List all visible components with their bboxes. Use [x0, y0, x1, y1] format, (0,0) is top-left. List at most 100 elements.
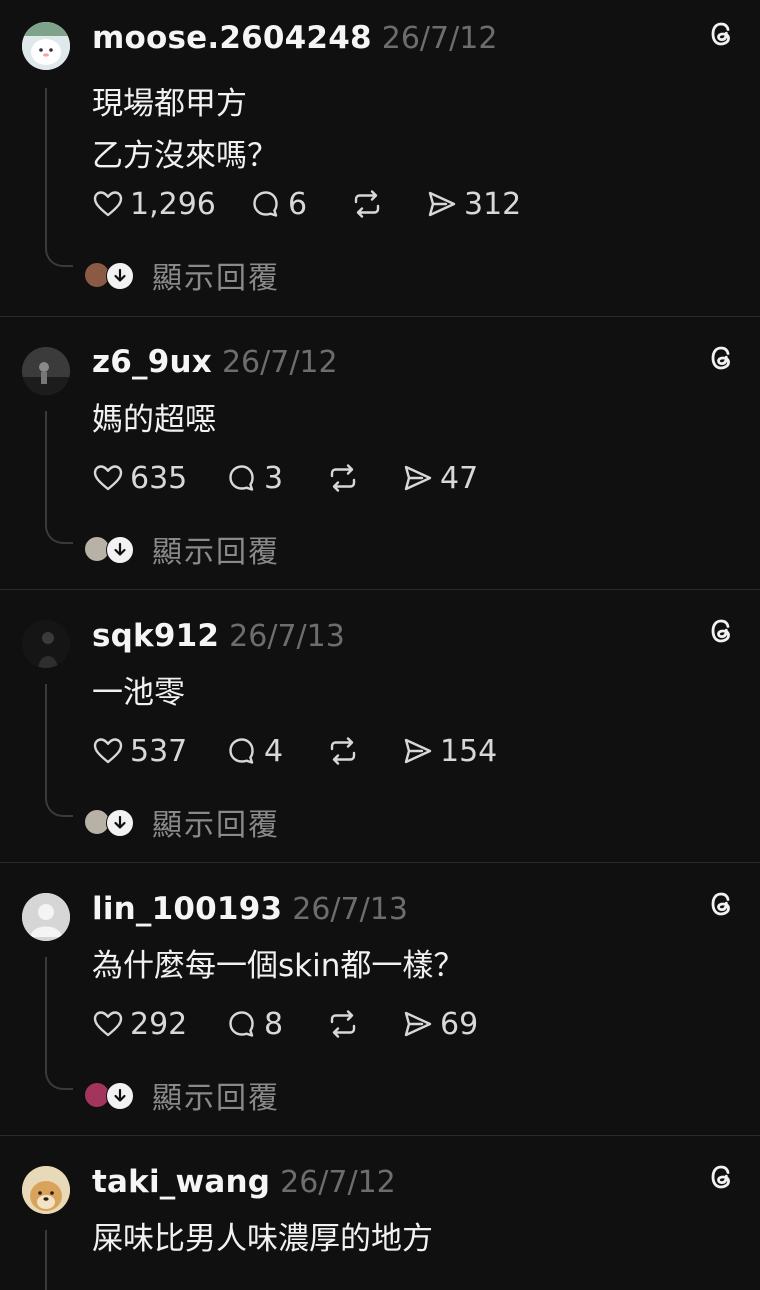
arrow-down-icon — [106, 262, 134, 290]
reply-avatars — [84, 809, 134, 837]
like-count: 537 — [130, 733, 188, 769]
show-replies-label[interactable]: 顯示回覆 — [152, 1073, 280, 1117]
share-count: 312 — [464, 186, 522, 222]
like-button[interactable]: 1,296 — [92, 187, 250, 222]
username[interactable]: z6_9ux — [92, 344, 212, 380]
post: sqk912 26/7/13 一池零 537 4 154 顯示回覆 — [0, 590, 760, 863]
share-button[interactable]: 69 — [402, 1007, 478, 1042]
show-replies-label[interactable]: 顯示回覆 — [152, 800, 280, 844]
heart-icon — [93, 738, 123, 764]
comment-button[interactable]: 4 — [226, 734, 326, 769]
timestamp: 26/7/13 — [292, 892, 408, 927]
post: z6_9ux 26/7/12 媽的超噁 635 3 47 顯示回覆 — [0, 317, 760, 590]
timestamp: 26/7/12 — [221, 345, 338, 380]
share-icon — [428, 191, 456, 217]
arrow-down-icon — [106, 809, 134, 837]
repost-button[interactable] — [326, 462, 402, 494]
reply-avatars — [84, 262, 134, 290]
thread-line — [45, 1230, 47, 1290]
like-count: 292 — [130, 1006, 188, 1042]
avatar[interactable] — [22, 22, 70, 70]
threads-logo-icon[interactable] — [706, 1161, 738, 1193]
reply-avatars — [84, 1082, 134, 1110]
share-icon — [404, 738, 432, 764]
post-text: 為什麼每一個skin都一樣？ — [92, 948, 465, 984]
comment-button[interactable]: 3 — [226, 461, 326, 496]
arrow-down-icon — [106, 1082, 134, 1110]
repost-button[interactable] — [326, 735, 402, 767]
repost-button[interactable] — [350, 188, 426, 220]
share-button[interactable]: 154 — [402, 734, 497, 769]
share-count: 69 — [440, 1006, 479, 1042]
comment-count: 6 — [288, 186, 308, 222]
comment-icon — [229, 465, 254, 491]
comment-count: 3 — [264, 460, 284, 496]
reply-avatars — [84, 536, 134, 564]
action-bar: 537 4 154 — [92, 731, 497, 771]
thread-line — [45, 684, 73, 817]
comment-button[interactable]: 8 — [226, 1007, 326, 1042]
post: lin_100193 26/7/13 為什麼每一個skin都一樣？ 292 8 … — [0, 863, 760, 1136]
arrow-down-icon — [106, 536, 134, 564]
username[interactable]: sqk912 — [92, 618, 219, 654]
share-button[interactable]: 312 — [426, 187, 521, 222]
show-replies-button[interactable]: 顯示回覆 — [84, 1073, 280, 1117]
username[interactable]: taki_wang — [92, 1164, 270, 1200]
post-text: 屎味比男人味濃厚的地方 — [92, 1221, 433, 1257]
like-button[interactable]: 292 — [92, 1007, 226, 1042]
timestamp: 26/7/12 — [381, 21, 498, 56]
threads-logo-icon[interactable] — [706, 888, 738, 920]
like-button[interactable]: 537 — [92, 734, 226, 769]
post-header: z6_9ux 26/7/12 — [92, 344, 338, 384]
heart-icon — [93, 1011, 123, 1037]
avatar[interactable] — [22, 893, 70, 941]
post-text: 現場都甲方 乙方沒來嗎？ — [92, 86, 278, 174]
post-header: moose.2604248 26/7/12 — [92, 20, 497, 60]
timestamp: 26/7/13 — [229, 619, 345, 654]
thread-line — [45, 957, 73, 1090]
heart-icon — [93, 465, 123, 491]
post-header: taki_wang 26/7/12 — [92, 1164, 396, 1204]
show-replies-label[interactable]: 顯示回覆 — [152, 527, 280, 571]
share-icon — [404, 465, 432, 491]
show-replies-button[interactable]: 顯示回覆 — [84, 527, 280, 571]
timestamp: 26/7/12 — [280, 1165, 396, 1200]
threads-logo-icon[interactable] — [706, 18, 738, 50]
threads-logo-icon[interactable] — [706, 615, 738, 647]
threads-logo-icon[interactable] — [706, 342, 738, 374]
show-replies-label[interactable]: 顯示回覆 — [152, 253, 280, 297]
action-bar: 1,296 6 312 — [92, 184, 521, 224]
like-button[interactable]: 635 — [92, 461, 226, 496]
post-text: 一池零 — [92, 675, 185, 711]
show-replies-button[interactable]: 顯示回覆 — [84, 800, 280, 844]
repost-icon — [330, 464, 356, 492]
avatar[interactable] — [22, 620, 70, 668]
comment-icon — [229, 1011, 254, 1037]
share-button[interactable]: 47 — [402, 461, 478, 496]
avatar[interactable] — [22, 1166, 70, 1214]
comment-count: 4 — [264, 733, 284, 769]
avatar[interactable] — [22, 347, 70, 395]
share-count: 47 — [440, 460, 479, 496]
username[interactable]: lin_100193 — [92, 891, 282, 927]
post-text: 媽的超噁 — [92, 402, 216, 438]
comment-icon — [253, 191, 278, 217]
repost-icon — [330, 737, 356, 765]
thread-line — [45, 411, 73, 544]
repost-button[interactable] — [326, 1008, 402, 1040]
username[interactable]: moose.2604248 — [92, 20, 372, 56]
show-replies-button[interactable]: 顯示回覆 — [84, 253, 280, 297]
post: moose.2604248 26/7/12 現場都甲方 乙方沒來嗎？ 1,296… — [0, 0, 760, 317]
action-bar: 635 3 47 — [92, 458, 478, 498]
repost-icon — [354, 190, 380, 218]
like-count: 1,296 — [130, 186, 216, 222]
comment-icon — [229, 738, 254, 764]
heart-icon — [93, 191, 123, 217]
like-count: 635 — [130, 460, 188, 496]
share-icon — [404, 1011, 432, 1037]
post-header: sqk912 26/7/13 — [92, 618, 345, 658]
comment-button[interactable]: 6 — [250, 187, 350, 222]
thread-line — [45, 88, 73, 267]
repost-icon — [330, 1010, 356, 1038]
action-bar: 292 8 69 — [92, 1004, 478, 1044]
